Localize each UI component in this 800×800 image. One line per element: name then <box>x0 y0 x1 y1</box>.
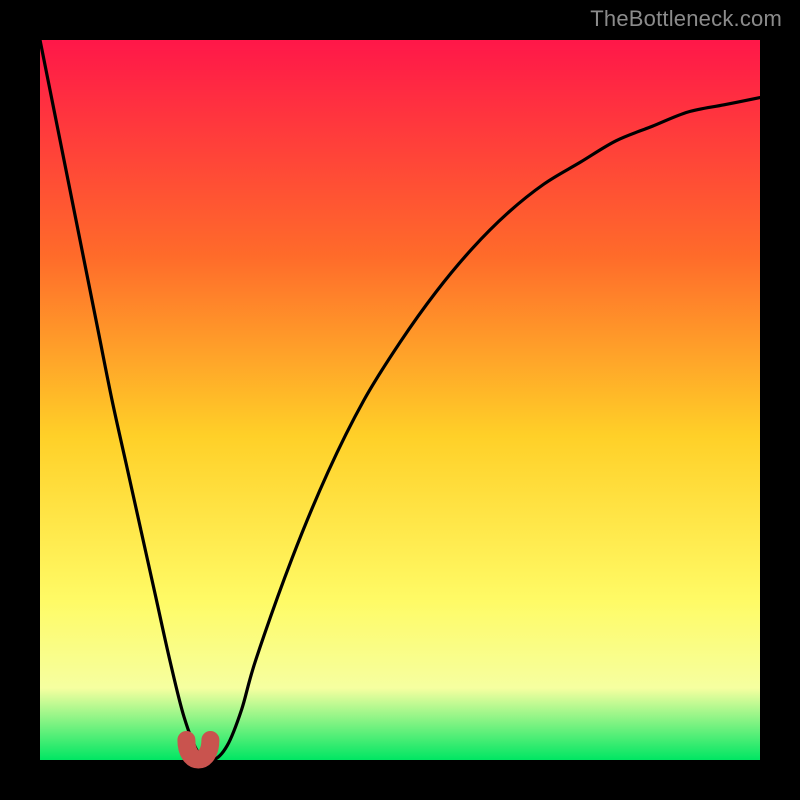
plot-area <box>40 40 760 760</box>
watermark-label: TheBottleneck.com <box>590 6 782 32</box>
bottleneck-curve <box>40 40 760 760</box>
chart-frame: TheBottleneck.com <box>0 0 800 800</box>
bottleneck-curve-layer <box>40 40 760 760</box>
